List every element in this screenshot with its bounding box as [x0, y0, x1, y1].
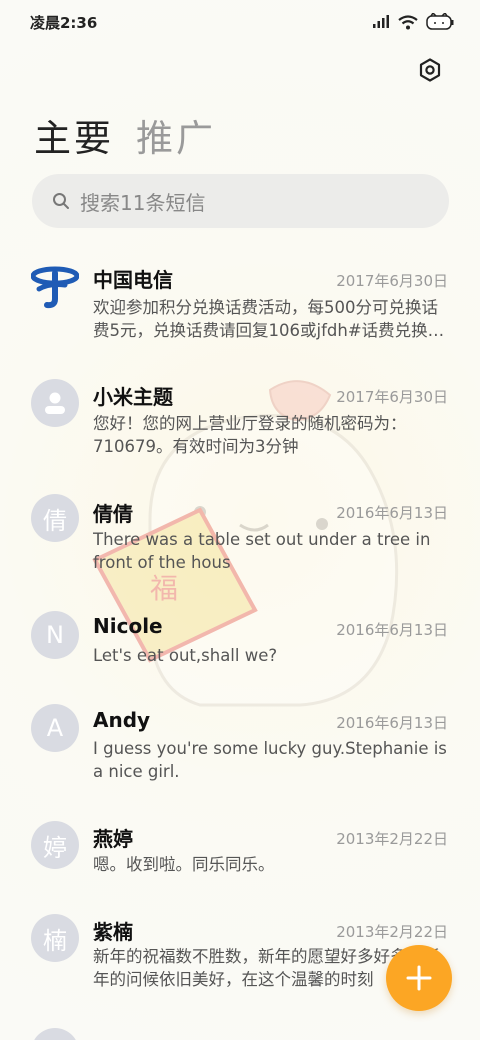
conversation-date: 2016年6月13日: [336, 714, 448, 732]
battery-icon: [426, 13, 454, 30]
conversation-name: 燕婷: [93, 827, 133, 851]
conversation-date: 2017年6月30日: [336, 272, 448, 290]
conversation-date: 2013年2月22日: [336, 830, 448, 848]
status-time: 凌晨2:36: [30, 13, 98, 32]
conversation-preview: 嗯。收到啦。同乐同乐。: [93, 855, 275, 874]
conversation-date: 2016年6月13日: [336, 504, 448, 522]
search-bar[interactable]: 搜索11条短信: [32, 174, 449, 228]
settings-button[interactable]: [414, 54, 446, 86]
tab-main[interactable]: 主要: [34, 108, 114, 162]
person-icon: [45, 392, 65, 414]
conversation-item[interactable]: N Nicole 2016年6月13日 Let's eat out,shall …: [0, 596, 480, 688]
search-placeholder: 搜索11条短信: [80, 190, 206, 215]
avatar: N: [31, 611, 79, 659]
tab-promotions[interactable]: 推广: [136, 108, 216, 162]
conversation-item[interactable]: 婷 燕婷 2013年2月22日 嗯。收到啦。同乐同乐。: [0, 806, 480, 898]
avatar: 倩: [31, 494, 79, 542]
china-telecom-logo-icon: [31, 266, 79, 309]
conversation-name: 中国电信: [93, 268, 173, 292]
conversation-date: 2017年6月30日: [336, 388, 448, 406]
wifi-icon: [398, 14, 418, 29]
conversation-item[interactable]: A Andy 2016年6月13日 I guess you're some lu…: [0, 690, 480, 802]
avatar: A: [31, 704, 79, 752]
signal-icon: [373, 15, 389, 28]
conversation-preview: 欢迎参加积分兑换话费活动，每500分可兑换话费5元，兑换话费请回复106或jfd…: [93, 298, 445, 340]
conversation-name: Nicole: [93, 614, 163, 638]
conversation-preview: There was a table set out under a tree i…: [93, 530, 431, 572]
conversation-name: 小米主题: [93, 385, 173, 409]
avatar: 婷: [31, 821, 79, 869]
conversation-item-partial[interactable]: [0, 1028, 480, 1040]
avatar: [31, 379, 79, 427]
new-message-button[interactable]: [386, 945, 452, 1011]
conversation-date: 2016年6月13日: [336, 621, 448, 639]
conversation-date: 2013年2月22日: [336, 923, 448, 941]
plus-icon: [406, 965, 432, 991]
avatar: [31, 1028, 79, 1040]
search-icon: [53, 193, 69, 209]
conversation-preview: 您好！您的网上营业厅登录的随机密码为：710679。有效时间为3分钟: [93, 414, 407, 456]
conversation-item[interactable]: 中国电信 2017年6月30日 欢迎参加积分兑换话费活动，每500分可兑换话费5…: [0, 248, 480, 360]
china-telecom-logo-avatar: [31, 261, 79, 309]
conversation-item[interactable]: 小米主题 2017年6月30日 您好！您的网上营业厅登录的随机密码为：71067…: [0, 364, 480, 476]
conversation-item[interactable]: 倩 倩倩 2016年6月13日 There was a table set ou…: [0, 480, 480, 592]
conversation-preview: I guess you're some lucky guy.Stephanie …: [93, 739, 447, 781]
conversation-name: Andy: [93, 708, 151, 732]
status-icons: [372, 13, 454, 31]
avatar: 楠: [31, 914, 79, 962]
gear-icon: [419, 58, 441, 82]
tab-bar: 主要 推广: [34, 108, 216, 162]
conversation-preview: Let's eat out,shall we?: [93, 646, 278, 665]
status-bar: 凌晨2:36: [0, 0, 480, 44]
conversation-name: 紫楠: [93, 920, 133, 944]
conversation-name: 倩倩: [93, 502, 133, 526]
